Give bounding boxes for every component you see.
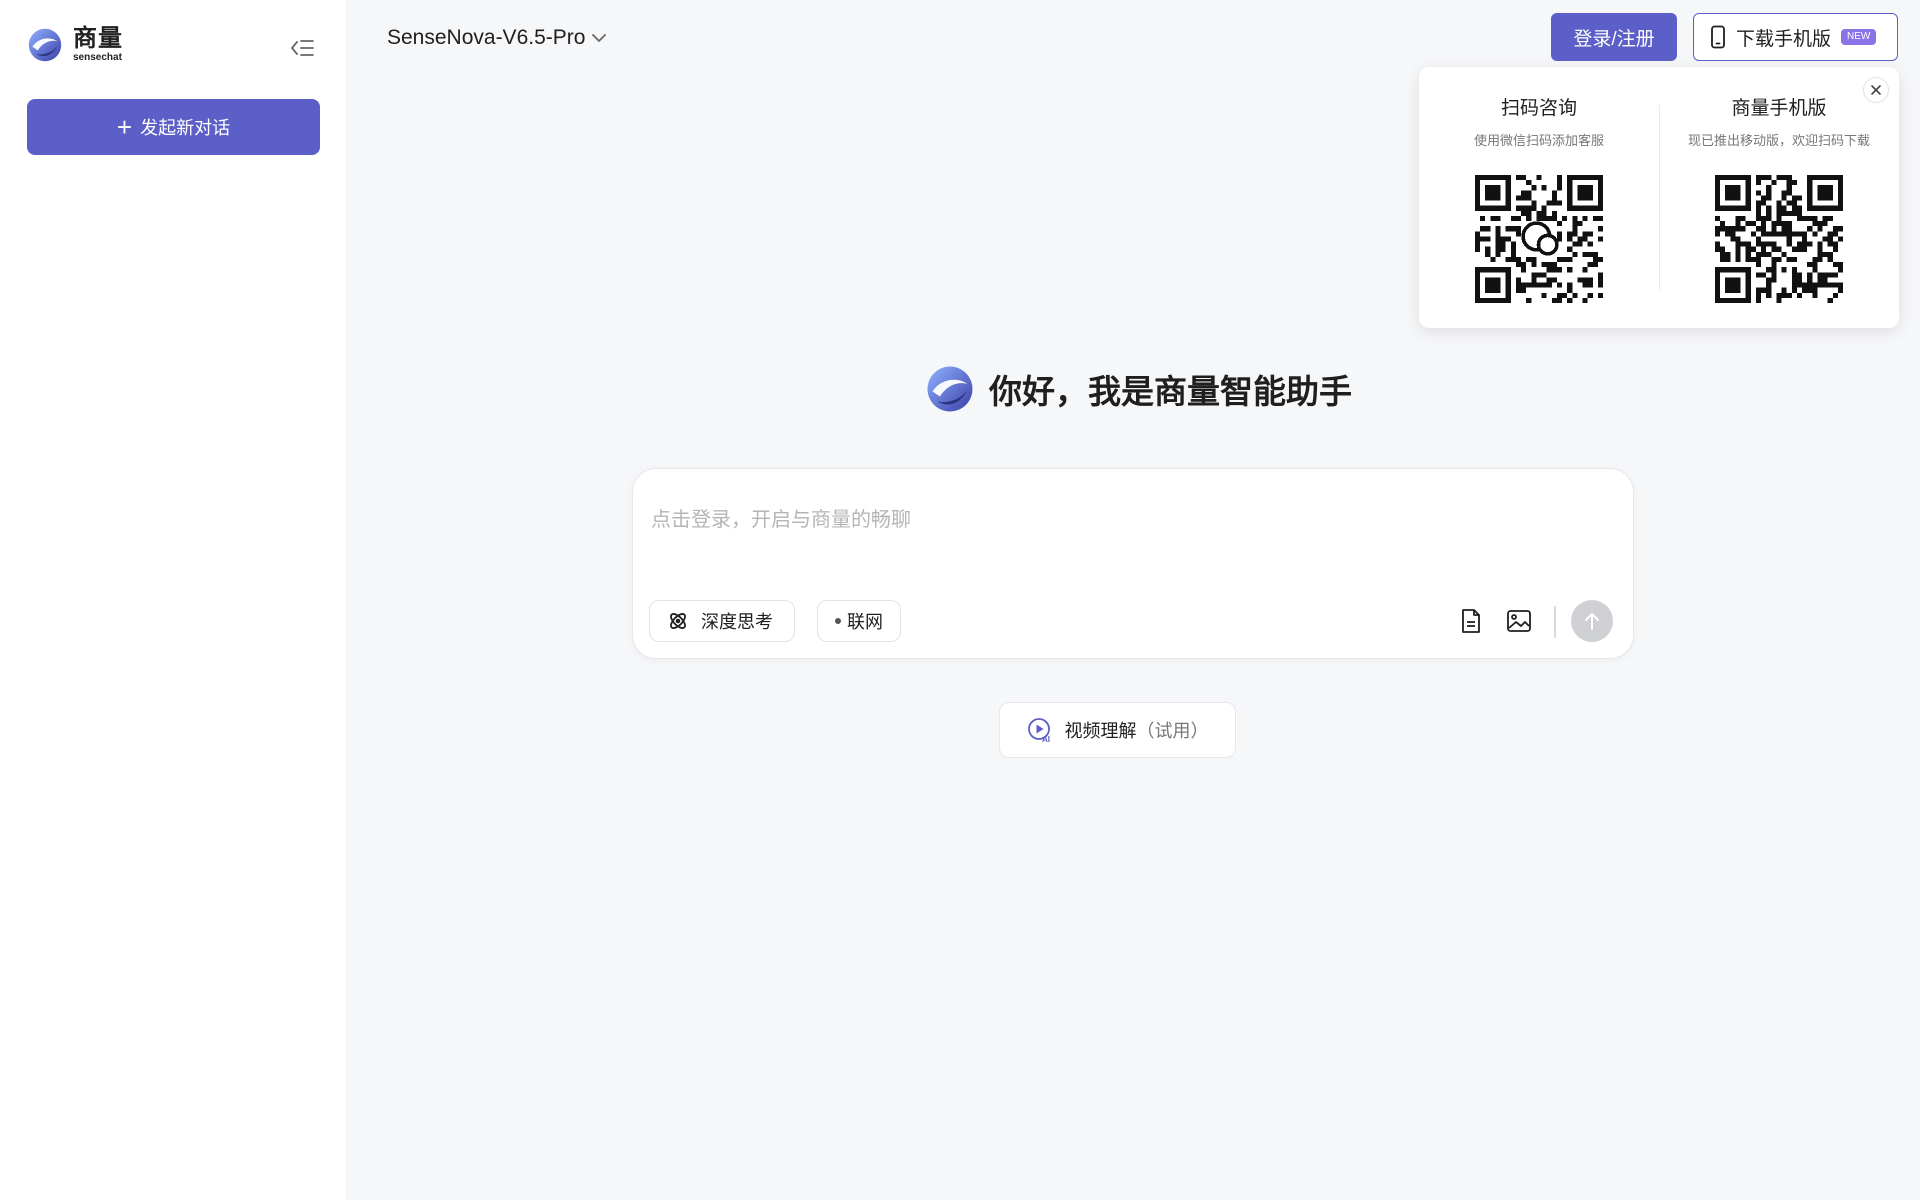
web-search-label: 联网 bbox=[847, 612, 883, 632]
wechat-qr-code-icon bbox=[1475, 175, 1603, 303]
phone-icon bbox=[1711, 25, 1725, 49]
arrow-up-icon bbox=[1585, 613, 1599, 630]
sensechat-logo-icon bbox=[28, 28, 62, 62]
new-badge: NEW bbox=[1841, 29, 1877, 45]
qr-mobile-title: 商量手机版 bbox=[1731, 98, 1827, 119]
new-chat-label: 发起新对话 bbox=[140, 118, 231, 138]
new-chat-button[interactable]: + 发起新对话 bbox=[27, 99, 320, 155]
sensechat-logo-icon bbox=[927, 366, 973, 412]
model-selector[interactable]: SenseNova-V6.5-Pro bbox=[387, 22, 607, 54]
sidebar: 商量 sensechat + 发起新对话 bbox=[0, 0, 347, 1200]
download-label: 下载手机版 bbox=[1736, 28, 1832, 50]
brand-logo[interactable]: 商量 sensechat bbox=[27, 27, 123, 63]
qr-code-popup: 扫码咨询 使用微信扫码添加客服 商量手机版 现已推出移动版，欢迎扫码下载 bbox=[1419, 67, 1899, 328]
brand-name-en: sensechat bbox=[73, 52, 122, 63]
file-icon bbox=[1462, 609, 1480, 633]
chevron-down-icon bbox=[592, 34, 607, 42]
login-label: 登录/注册 bbox=[1573, 28, 1655, 50]
chat-input-box: 点击登录，开启与商量的畅聊 深度思考 联网 bbox=[632, 468, 1634, 659]
plus-icon: + bbox=[116, 112, 133, 142]
qr-consult-title: 扫码咨询 bbox=[1500, 98, 1577, 119]
deep-think-icon bbox=[670, 613, 686, 629]
qr-consult-subtitle: 使用微信扫码添加客服 bbox=[1473, 133, 1604, 148]
send-button[interactable] bbox=[1571, 600, 1613, 642]
deep-think-label: 深度思考 bbox=[701, 612, 773, 632]
collapse-sidebar-icon bbox=[290, 40, 314, 56]
collapse-sidebar-button[interactable] bbox=[287, 33, 317, 63]
qr-consult-section: 扫码咨询 使用微信扫码添加客服 bbox=[1419, 93, 1659, 303]
video-ai-icon: AI bbox=[1027, 718, 1050, 743]
web-status-dot bbox=[835, 618, 841, 624]
image-icon bbox=[1507, 610, 1531, 632]
video-understanding-button[interactable]: AI 视频理解 （试用） bbox=[999, 702, 1236, 758]
upload-image-button[interactable] bbox=[1504, 606, 1534, 636]
svg-text:AI: AI bbox=[1042, 735, 1050, 743]
deep-think-toggle[interactable]: 深度思考 bbox=[649, 600, 795, 642]
qr-mobile-subtitle: 现已推出移动版，欢迎扫码下载 bbox=[1687, 133, 1870, 148]
qr-mobile-section: 商量手机版 现已推出移动版，欢迎扫码下载 bbox=[1659, 93, 1899, 303]
chat-input[interactable]: 点击登录，开启与商量的畅聊 bbox=[651, 503, 911, 532]
video-understanding-label: 视频理解 bbox=[1064, 721, 1137, 741]
download-mobile-button[interactable]: 下载手机版 NEW bbox=[1693, 13, 1898, 61]
app-download-qr-code-icon bbox=[1715, 175, 1843, 303]
upload-file-button[interactable] bbox=[1456, 606, 1486, 636]
model-name: SenseNova-V6.5-Pro bbox=[387, 26, 586, 49]
greeting-title: 你好，我是商量智能助手 bbox=[989, 373, 1352, 410]
login-register-button[interactable]: 登录/注册 bbox=[1551, 13, 1677, 61]
video-trial-label: （试用） bbox=[1136, 721, 1209, 741]
brand-name-cn: 商量 bbox=[73, 25, 123, 52]
web-search-toggle[interactable]: 联网 bbox=[817, 600, 901, 642]
greeting: 你好，我是商量智能助手 bbox=[925, 364, 1352, 414]
toolbar-divider bbox=[1554, 606, 1556, 638]
